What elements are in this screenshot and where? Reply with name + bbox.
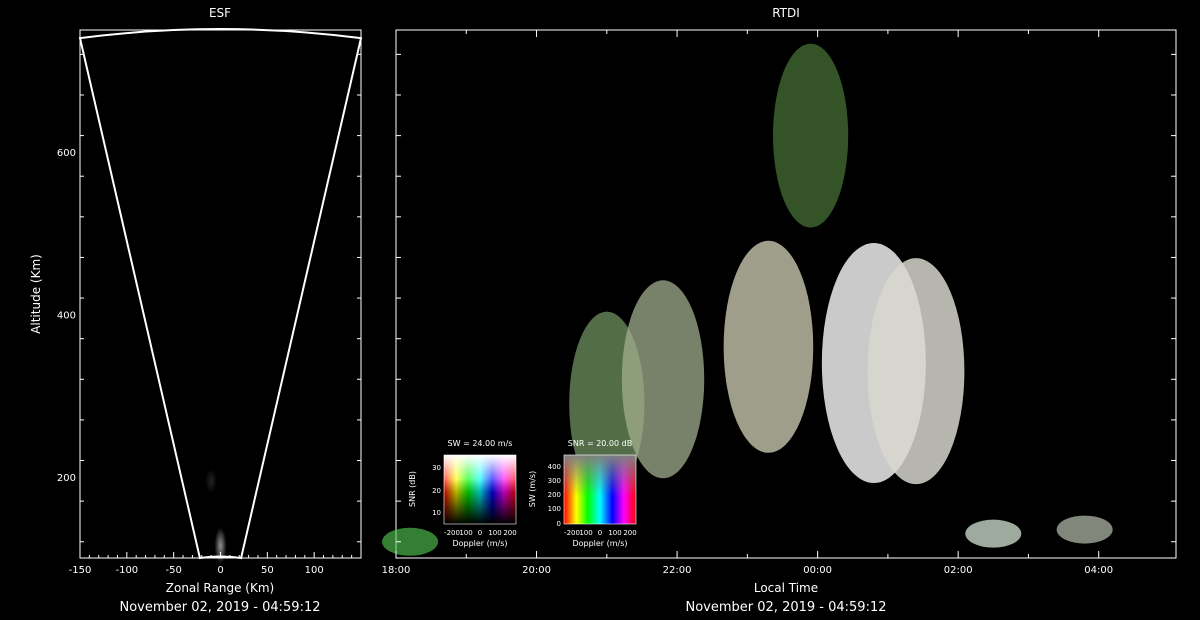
rtdi-echo-feature [1056,515,1113,544]
legend-snr-ytick: 300 [548,477,561,485]
esf-x-tick-label: -150 [69,565,92,576]
rtdi-x-tick-label: 02:00 [944,565,973,576]
legend-snr-gray-overlay [564,455,636,524]
rtdi-echo-feature [772,43,849,228]
esf-echo [205,468,218,493]
esf-y-tick-labels: 200 400 600 [57,148,76,484]
legend-snr-xtick: 200 [623,529,636,537]
esf-footer-timestamp: November 02, 2019 - 04:59:12 [120,600,321,615]
legend-sw-ytick: 10 [432,509,441,517]
legend-snr-y-label: SW (m/s) [528,471,537,507]
legend-snr-title: SNR = 20.00 dB [568,439,632,448]
legend-sw-ytick: 30 [432,464,441,472]
legend-snr-ytick: 400 [548,463,561,471]
legend-sw-ytick: 20 [432,487,441,495]
esf-panel: ESF 200 400 600 -150 -100 -50 0 50 100 Zonal Ra… [29,6,363,615]
rtdi-x-tick-label: 22:00 [663,565,692,576]
rtdi-echo-feature [621,280,705,479]
legend-snr-x-label: Doppler (m/s) [572,539,627,548]
esf-x-tick-label: -50 [165,565,181,576]
rtdi-echo-feature [965,519,1022,548]
esf-x-axis-label: Zonal Range (Km) [166,581,274,595]
legend-sw-xtick: 200 [503,529,516,537]
esf-y-axis-label: Altitude (Km) [29,254,43,334]
rtdi-x-tick-label: 18:00 [382,565,411,576]
rtdi-x-tick-label: 00:00 [803,565,832,576]
legend-sw-dark-overlay [444,455,516,524]
legend-sw-title: SW = 24.00 m/s [448,439,513,448]
figure-canvas: ESF 200400600 -150 -100 -50 0 50 100 Zonal Ra… [29,6,1177,615]
rtdi-x-tick-label: 20:00 [522,565,551,576]
esf-title: ESF [209,6,231,20]
esf-x-tick-labels: -150 -100 -50 0 50 100 [69,565,324,576]
rtdi-echo-feature [382,527,439,556]
rtdi-title: RTDI [772,6,800,20]
esf-plot-frame [79,29,362,559]
esf-x-tick-label: 100 [305,565,324,576]
esf-echo [214,527,227,565]
rtdi-panel: RTDI 18:00 20:00 22:00 00:00 02:00 04:00 Loca… [382,6,1177,615]
legend-snr-ytick: 0 [557,520,561,528]
esf-y-tick-label: 400 [57,310,76,321]
esf-x-tick-label: -100 [115,565,138,576]
legend-sw-xtick: -200 [444,529,460,537]
esf-x-tick-label: 50 [261,565,274,576]
legend-sw-xtick: 100 [488,529,501,537]
esf-x-tick-label: 0 [217,565,223,576]
legend-sw-xtick: 100 [459,529,472,537]
legend-snr-xtick: -200 [564,529,580,537]
rtdi-x-tick-labels: 18:00 20:00 22:00 00:00 02:00 04:00 [382,565,1114,576]
esf-y-tick-label: 600 [57,148,76,159]
legend-snr-ytick: 100 [548,505,561,513]
legend-snr-xtick: 100 [579,529,592,537]
rtdi-echo-feature [723,240,814,453]
rtdi-footer-timestamp: November 02, 2019 - 04:59:12 [686,600,887,615]
legend-snr-xtick: 0 [598,529,602,537]
legend-sw-y-label: SNR (dB) [408,471,417,507]
rtdi-x-tick-label: 04:00 [1084,565,1113,576]
legend-sw-x-label: Doppler (m/s) [452,539,507,548]
esf-y-tick-label: 200 [57,473,76,484]
legend-snr-xtick: 100 [608,529,621,537]
rtdi-echo-feature [867,258,965,485]
legend-snr-ytick: 200 [548,491,561,499]
legend-sw-xtick: 0 [478,529,482,537]
rtdi-x-axis-label: Local Time [754,581,818,595]
